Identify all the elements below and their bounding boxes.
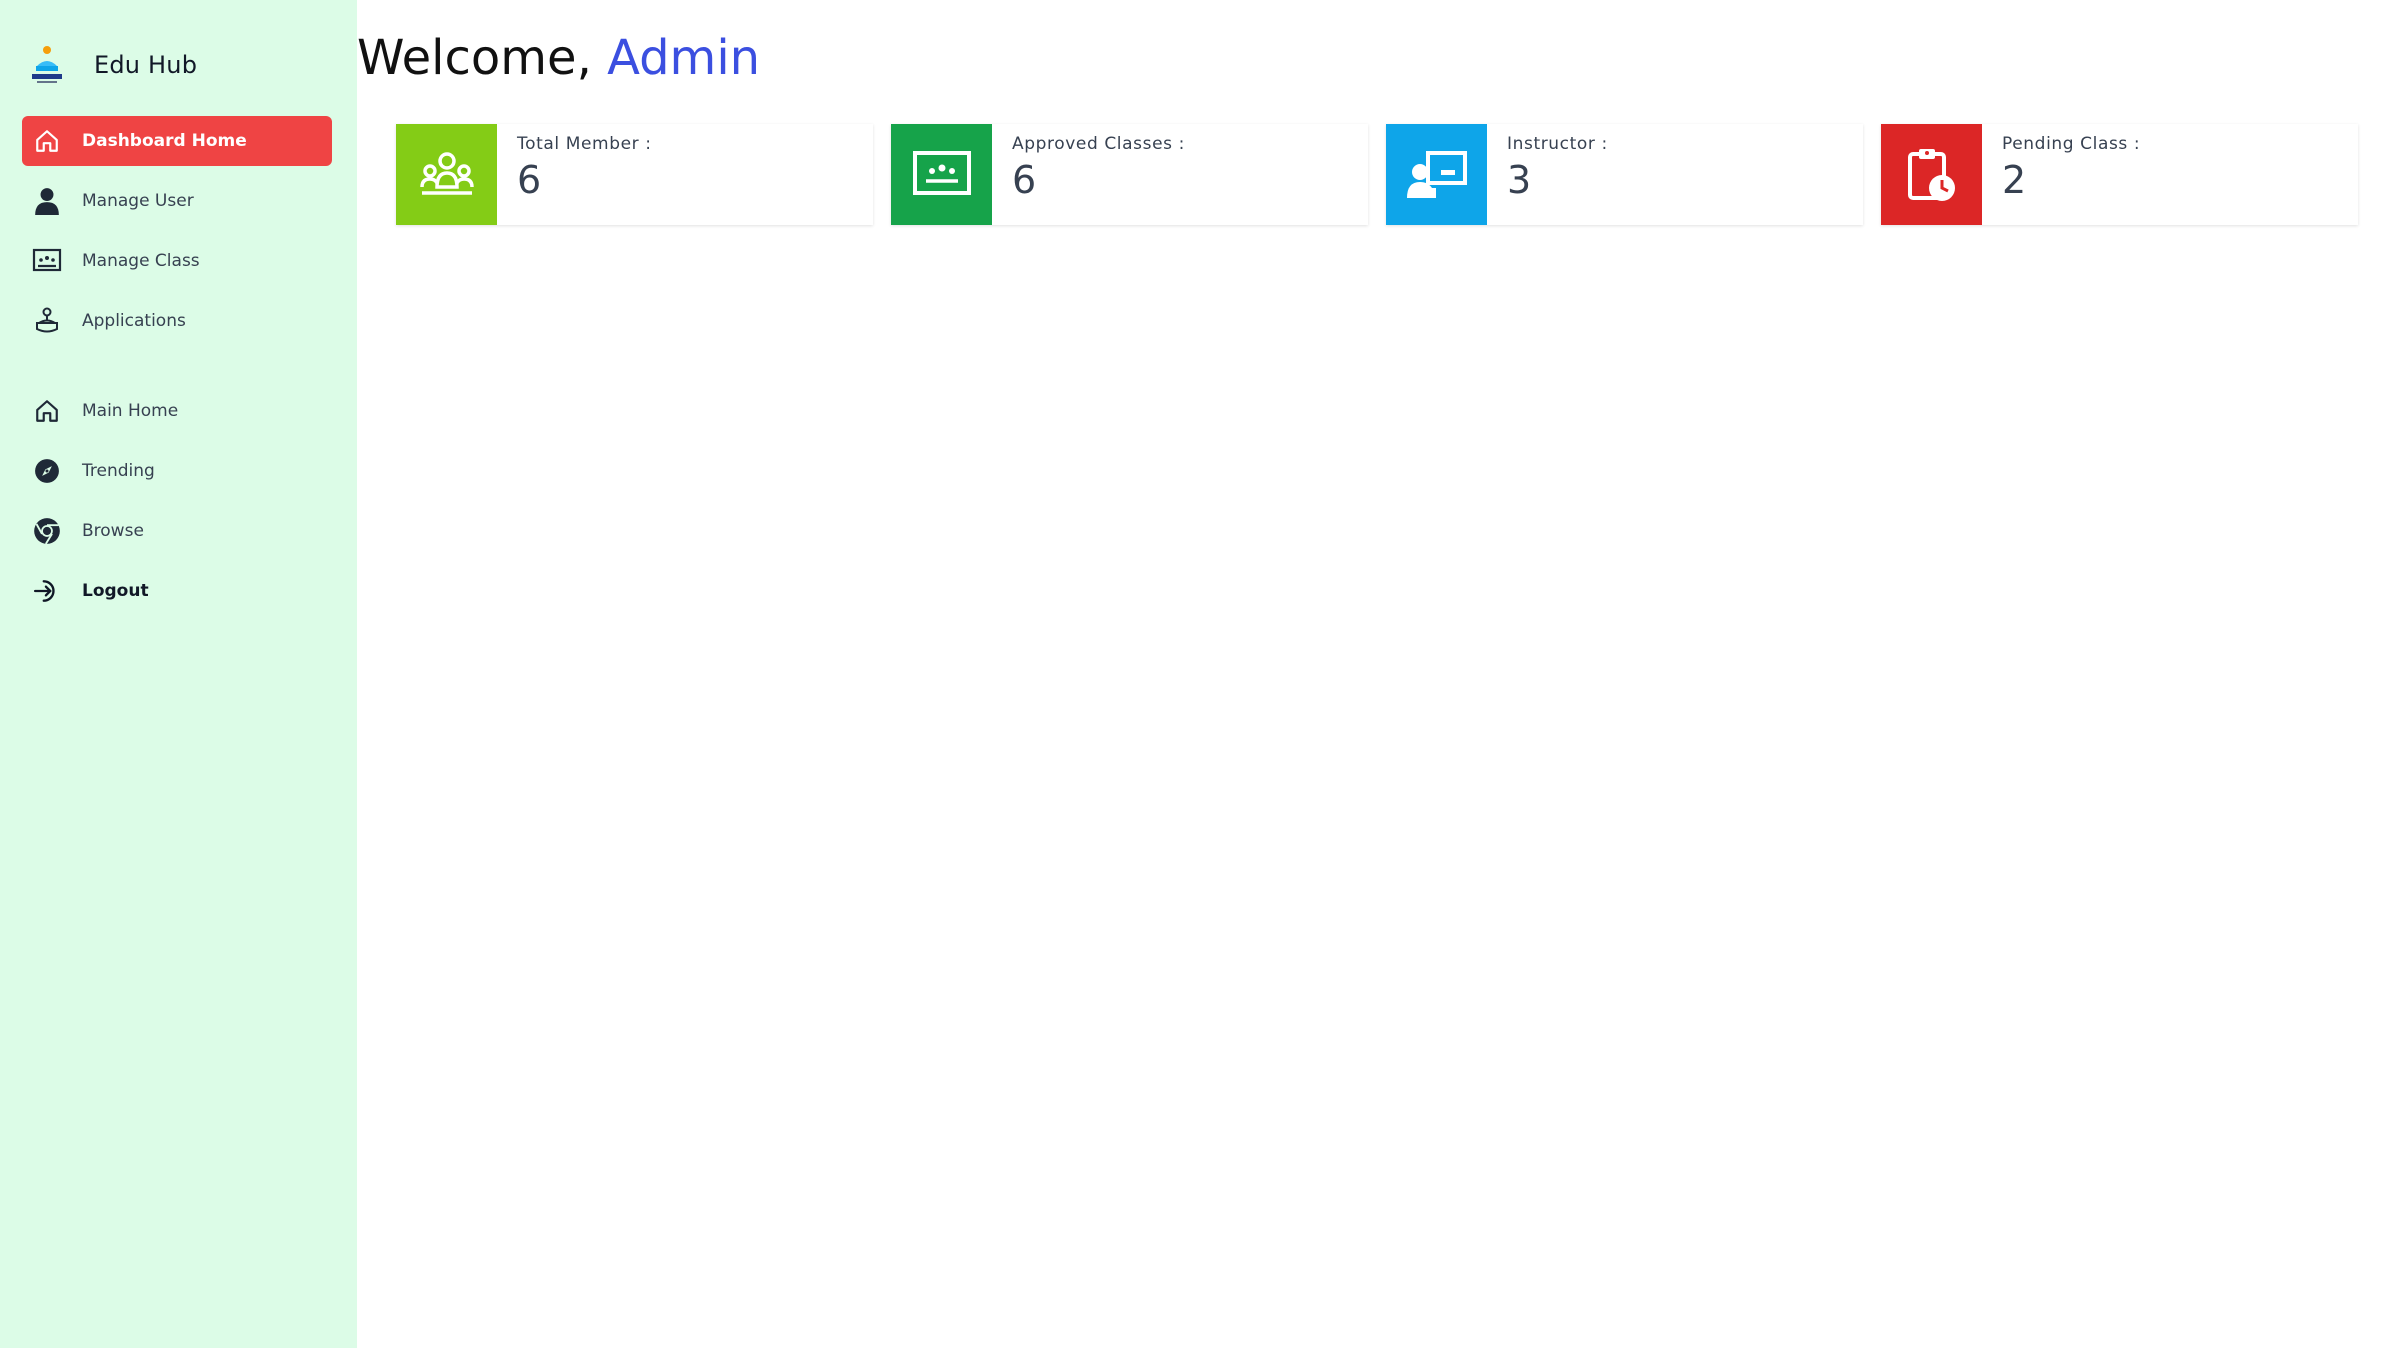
applications-icon bbox=[32, 306, 62, 336]
stat-card-pending-class[interactable]: Pending Class : 2 bbox=[1881, 124, 2358, 225]
welcome-greeting: Welcome, bbox=[357, 30, 592, 86]
sidebar-item-logout[interactable]: Logout bbox=[22, 566, 332, 616]
stat-card-approved-classes[interactable]: Approved Classes : 6 bbox=[891, 124, 1368, 225]
card-body: Instructor : 3 bbox=[1487, 124, 1608, 225]
sidebar-nav: Dashboard Home Manage User Manage Class … bbox=[0, 116, 357, 616]
chrome-icon bbox=[32, 516, 62, 546]
sidebar-item-label: Browse bbox=[82, 521, 144, 541]
user-icon bbox=[32, 186, 62, 216]
sidebar-divider bbox=[22, 356, 332, 386]
classroom-board-icon bbox=[891, 124, 992, 225]
stat-label: Pending Class : bbox=[2002, 134, 2141, 154]
brand-name: Edu Hub bbox=[94, 51, 198, 79]
sidebar-item-label: Manage User bbox=[82, 191, 194, 211]
main-content: Welcome, Admin Total Member : 6 Approved… bbox=[357, 0, 2397, 1348]
sidebar-item-label: Manage Class bbox=[82, 251, 200, 271]
sidebar-item-label: Logout bbox=[82, 581, 149, 601]
edu-hub-logo bbox=[28, 44, 66, 86]
brand[interactable]: Edu Hub bbox=[0, 40, 357, 90]
sidebar-item-label: Trending bbox=[82, 461, 155, 481]
compass-icon bbox=[32, 456, 62, 486]
sidebar-item-main-home[interactable]: Main Home bbox=[22, 386, 332, 436]
stat-value: 6 bbox=[1012, 158, 1037, 202]
stat-value: 3 bbox=[1507, 158, 1532, 202]
stat-value: 2 bbox=[2002, 158, 2027, 202]
admin-name: Admin bbox=[607, 30, 761, 86]
sidebar-item-trending[interactable]: Trending bbox=[22, 446, 332, 496]
stats-cards: Total Member : 6 Approved Classes : 6 In… bbox=[396, 124, 2376, 225]
stat-value: 6 bbox=[517, 158, 542, 202]
card-body: Total Member : 6 bbox=[497, 124, 652, 225]
logout-icon bbox=[32, 576, 62, 606]
sidebar-item-label: Main Home bbox=[82, 401, 179, 421]
stat-label: Total Member : bbox=[517, 134, 652, 154]
sidebar-item-applications[interactable]: Applications bbox=[22, 296, 332, 346]
card-body: Approved Classes : 6 bbox=[992, 124, 1185, 225]
classroom-icon bbox=[32, 246, 62, 276]
sidebar-item-label: Applications bbox=[82, 311, 186, 331]
card-body: Pending Class : 2 bbox=[1982, 124, 2140, 225]
sidebar-item-label: Dashboard Home bbox=[82, 131, 247, 151]
home-icon bbox=[32, 126, 62, 156]
group-icon bbox=[396, 124, 497, 225]
sidebar: Edu Hub Dashboard Home Manage User Manag… bbox=[0, 0, 357, 1348]
sidebar-item-dashboard-home[interactable]: Dashboard Home bbox=[22, 116, 332, 166]
stat-card-total-member[interactable]: Total Member : 6 bbox=[396, 124, 873, 225]
home-icon bbox=[32, 396, 62, 426]
instructor-icon bbox=[1386, 124, 1487, 225]
stat-label: Approved Classes : bbox=[1012, 134, 1185, 154]
clipboard-clock-icon bbox=[1881, 124, 1982, 225]
sidebar-item-browse[interactable]: Browse bbox=[22, 506, 332, 556]
stat-card-instructor[interactable]: Instructor : 3 bbox=[1386, 124, 1863, 225]
stat-label: Instructor : bbox=[1507, 134, 1608, 154]
app-root: Edu Hub Dashboard Home Manage User Manag… bbox=[0, 0, 2397, 1348]
sidebar-item-manage-user[interactable]: Manage User bbox=[22, 176, 332, 226]
page-title: Welcome, Admin bbox=[357, 30, 760, 86]
sidebar-item-manage-class[interactable]: Manage Class bbox=[22, 236, 332, 286]
